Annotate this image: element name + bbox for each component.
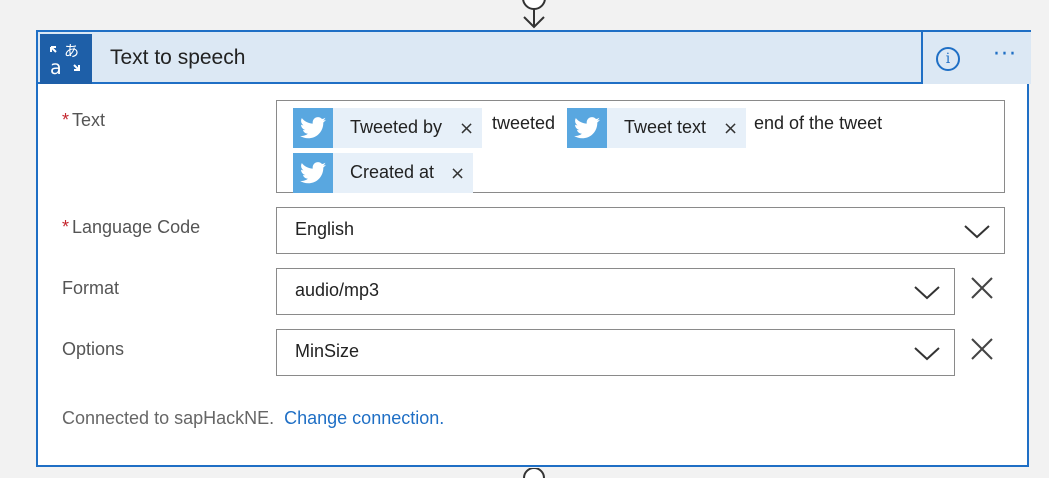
twitter-icon bbox=[567, 108, 607, 148]
dynamic-content-token[interactable]: Created at × bbox=[293, 153, 473, 193]
token-label: Created at bbox=[350, 162, 435, 182]
remove-token-button[interactable]: × bbox=[459, 118, 474, 139]
required-marker: * bbox=[62, 217, 70, 237]
change-connection-link[interactable]: Change connection. bbox=[284, 408, 444, 428]
chevron-down-icon[interactable] bbox=[963, 222, 991, 240]
dynamic-content-token[interactable]: Tweeted by × bbox=[293, 108, 482, 148]
chevron-down-icon[interactable] bbox=[913, 344, 941, 362]
dynamic-content-token[interactable]: Tweet text × bbox=[567, 108, 746, 148]
format-dropdown[interactable]: audio/mp3 bbox=[276, 268, 955, 315]
connection-footer: Connected to sapHackNE. Change connection… bbox=[62, 408, 444, 429]
more-options-button[interactable]: ··· bbox=[988, 42, 1022, 72]
text-field-label: * Text bbox=[62, 110, 106, 130]
token-label: Tweet text bbox=[624, 117, 707, 137]
text-input-field[interactable]: Tweeted by × tweeted Tweet text × end of… bbox=[276, 100, 1005, 193]
language-code-dropdown[interactable]: English bbox=[276, 207, 1005, 254]
flow-connector-icon bbox=[523, 468, 545, 478]
svg-text:a: a bbox=[50, 57, 62, 77]
chevron-down-icon[interactable] bbox=[913, 283, 941, 301]
language-code-label: * Language Code bbox=[62, 217, 201, 237]
options-dropdown[interactable]: MinSize bbox=[276, 329, 955, 376]
options-value: MinSize bbox=[295, 341, 360, 361]
format-label: Format bbox=[62, 278, 120, 298]
required-marker: * bbox=[62, 110, 70, 130]
action-card: あ a Text to speech i ··· * Text Tweeted b… bbox=[36, 30, 1031, 467]
translate-icon: あ a bbox=[40, 34, 92, 84]
clear-options-button[interactable] bbox=[969, 336, 995, 362]
svg-text:あ: あ bbox=[64, 42, 79, 60]
card-header[interactable]: あ a Text to speech i ··· bbox=[36, 30, 1031, 84]
remove-token-button[interactable]: × bbox=[723, 118, 738, 139]
info-button[interactable]: i bbox=[936, 47, 960, 71]
options-label: Options bbox=[62, 339, 125, 359]
card-title-bar[interactable]: あ a Text to speech bbox=[36, 32, 923, 84]
clear-format-button[interactable] bbox=[969, 275, 995, 301]
twitter-icon bbox=[293, 108, 333, 148]
connection-status-text: Connected to sapHackNE. bbox=[62, 408, 275, 428]
format-value: audio/mp3 bbox=[295, 280, 380, 300]
text-literal: end of the tweet bbox=[754, 113, 883, 133]
token-label: Tweeted by bbox=[350, 117, 443, 137]
twitter-icon bbox=[293, 153, 333, 193]
text-literal: tweeted bbox=[492, 113, 556, 133]
remove-token-button[interactable]: × bbox=[450, 163, 465, 184]
language-code-value: English bbox=[295, 219, 355, 239]
flow-connector-arrow-icon bbox=[522, 0, 546, 29]
card-title[interactable]: Text to speech bbox=[110, 46, 245, 70]
